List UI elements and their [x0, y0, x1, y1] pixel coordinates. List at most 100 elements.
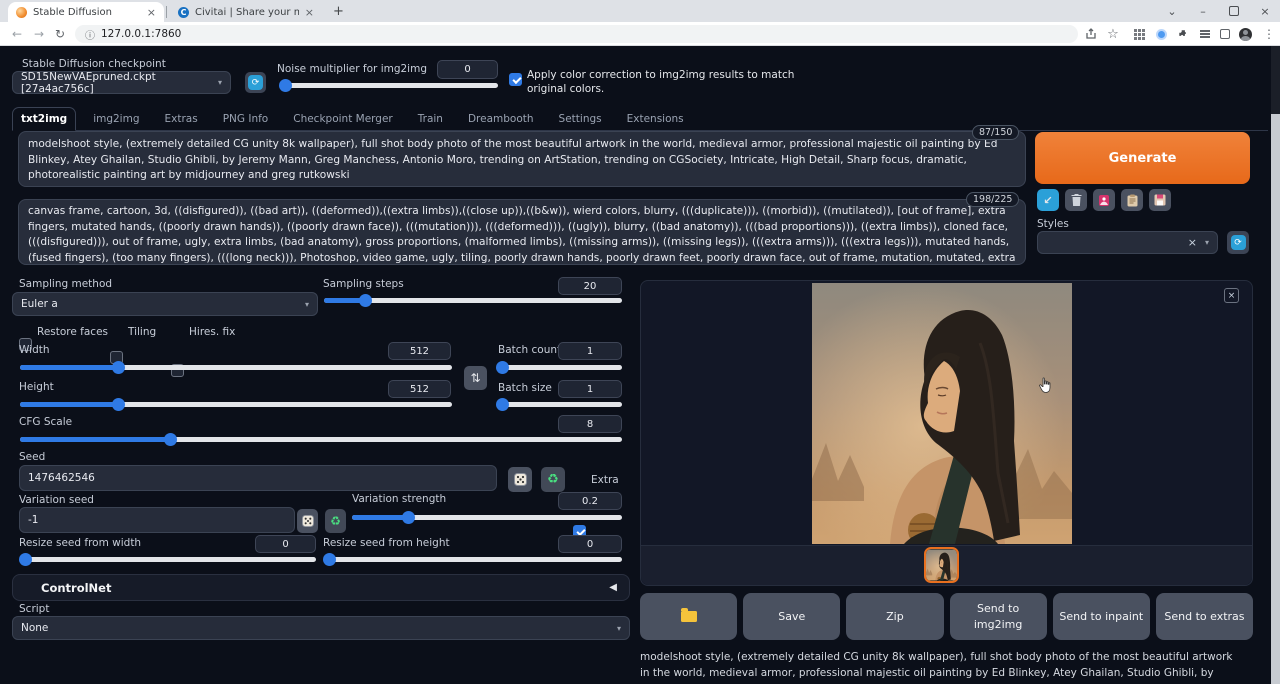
slider-thumb[interactable] [164, 433, 177, 446]
close-tab-icon[interactable]: × [305, 7, 314, 18]
kebab-menu-icon[interactable]: ⋮ [1260, 25, 1278, 43]
noise-multiplier-value[interactable]: 0 [437, 60, 498, 79]
slider-thumb[interactable] [359, 294, 372, 307]
send-to-extras-button[interactable]: Send to extras [1156, 593, 1253, 640]
bookmark-star-icon[interactable]: ☆ [1104, 25, 1122, 43]
generate-button[interactable]: Generate [1035, 132, 1250, 184]
address-bar[interactable]: ⓘ 127.0.0.1:7860 [75, 25, 1078, 43]
puzzle-extensions-icon[interactable] [1174, 25, 1192, 43]
send-to-img2img-button[interactable]: Send to img2img [950, 593, 1047, 640]
side-panel-icon[interactable] [1216, 25, 1234, 43]
minimize-icon[interactable]: – [1188, 0, 1218, 22]
tab-extras[interactable]: Extras [157, 108, 206, 130]
checkpoint-dropdown[interactable]: SD15NewVAEpruned.ckpt [27a4ac756c] ▾ [12, 71, 231, 94]
back-icon[interactable]: ← [8, 25, 26, 43]
tab-txt2img[interactable]: txt2img [12, 107, 76, 131]
reuse-seed-button[interactable]: ♻ [541, 467, 565, 492]
script-dropdown[interactable]: None ▾ [12, 616, 630, 640]
save-style-button[interactable] [1149, 189, 1171, 211]
page-scrollbar-thumb[interactable] [1271, 114, 1280, 684]
sampling-steps-value[interactable]: 20 [558, 277, 622, 295]
noise-multiplier-slider[interactable] [282, 83, 498, 88]
batch-size-value[interactable]: 1 [558, 380, 622, 398]
slider-thumb[interactable] [19, 553, 32, 566]
apps-grid-icon[interactable] [1130, 25, 1148, 43]
browser-tab-stable-diffusion[interactable]: Stable Diffusion × [8, 2, 164, 22]
refresh-checkpoints-button[interactable]: ⟳ [245, 72, 266, 93]
thumbnail-selected[interactable] [924, 547, 959, 583]
resize-seed-height-slider[interactable] [324, 557, 622, 562]
seed-input[interactable]: 1476462546 [19, 465, 497, 491]
cfg-scale-label: CFG Scale [19, 416, 72, 428]
clear-prompt-button[interactable] [1065, 189, 1087, 211]
apply-styles-button[interactable] [1121, 189, 1143, 211]
tab-png-info[interactable]: PNG Info [215, 108, 277, 130]
height-slider[interactable] [20, 402, 452, 407]
height-value[interactable]: 512 [388, 380, 451, 398]
tab-train[interactable]: Train [410, 108, 451, 130]
batch-size-slider[interactable] [498, 402, 622, 407]
floppy-save-icon [1154, 194, 1166, 206]
cfg-scale-slider[interactable] [20, 437, 622, 442]
reuse-variation-seed-button[interactable]: ♻ [325, 509, 346, 533]
color-correction-checkbox[interactable] [509, 73, 522, 86]
controlnet-accordion[interactable]: ControlNet ◀ [12, 574, 630, 601]
slider-thumb[interactable] [496, 361, 509, 374]
send-to-inpaint-button[interactable]: Send to inpaint [1053, 593, 1150, 640]
variation-seed-input[interactable]: -1 [19, 507, 295, 533]
cfg-scale-value[interactable]: 8 [558, 415, 622, 433]
variation-strength-slider[interactable] [352, 515, 622, 520]
slider-thumb[interactable] [323, 553, 336, 566]
zip-button[interactable]: Zip [846, 593, 943, 640]
tab-img2img[interactable]: img2img [85, 108, 147, 130]
random-seed-button[interactable] [508, 467, 532, 492]
tab-dreambooth[interactable]: Dreambooth [460, 108, 542, 130]
slider-thumb[interactable] [402, 511, 415, 524]
random-variation-seed-button[interactable] [297, 509, 318, 533]
tab-settings[interactable]: Settings [551, 108, 610, 130]
width-value[interactable]: 512 [388, 342, 451, 360]
open-folder-button[interactable] [640, 593, 737, 640]
negative-prompt-input[interactable]: canvas frame, cartoon, 3d, ((disfigured)… [18, 199, 1026, 265]
close-preview-button[interactable]: × [1224, 288, 1239, 303]
slider-thumb[interactable] [112, 398, 125, 411]
prompt-input[interactable]: modelshoot style, (extremely detailed CG… [18, 131, 1026, 187]
site-info-icon[interactable]: ⓘ [85, 27, 95, 42]
reload-icon[interactable]: ↻ [51, 25, 69, 43]
maximize-icon[interactable] [1219, 0, 1249, 22]
styles-dropdown[interactable]: × ▾ [1037, 231, 1218, 254]
forward-icon[interactable]: → [30, 25, 48, 43]
share-icon[interactable] [1082, 25, 1100, 43]
batch-count-value[interactable]: 1 [558, 342, 622, 360]
clear-styles-icon[interactable]: × [1188, 236, 1197, 249]
resize-seed-width-value[interactable]: 0 [255, 535, 316, 553]
swap-dimensions-icon: ⇅ [470, 371, 480, 385]
browser-tab-civitai[interactable]: C Civitai | Share your models × [170, 2, 322, 22]
swap-dimensions-button[interactable]: ⇅ [464, 366, 487, 390]
generated-image[interactable] [812, 283, 1072, 544]
tab-extensions[interactable]: Extensions [619, 108, 692, 130]
close-tab-icon[interactable]: × [147, 7, 156, 18]
profile-avatar[interactable] [1236, 25, 1254, 43]
sampling-steps-slider[interactable] [324, 298, 622, 303]
variation-strength-value[interactable]: 0.2 [558, 492, 622, 510]
save-button[interactable]: Save [743, 593, 840, 640]
sampling-method-dropdown[interactable]: Euler a ▾ [12, 292, 318, 316]
chevron-down-icon[interactable]: ⌄ [1157, 0, 1187, 22]
recycle-icon: ♻ [547, 472, 559, 487]
tab-checkpoint-merger[interactable]: Checkpoint Merger [285, 108, 401, 130]
batch-count-slider[interactable] [498, 365, 622, 370]
read-generation-params-button[interactable]: ↙ [1037, 189, 1059, 211]
new-tab-button[interactable]: + [331, 4, 346, 19]
refresh-styles-button[interactable]: ⟳ [1227, 231, 1249, 254]
reading-list-icon[interactable] [1196, 25, 1214, 43]
slider-thumb[interactable] [496, 398, 509, 411]
slider-thumb[interactable] [112, 361, 125, 374]
resize-seed-width-slider[interactable] [20, 557, 316, 562]
close-window-icon[interactable]: × [1250, 0, 1280, 22]
extension-dot-icon[interactable] [1152, 25, 1170, 43]
resize-seed-height-value[interactable]: 0 [558, 535, 622, 553]
extra-networks-button[interactable] [1093, 189, 1115, 211]
width-slider[interactable] [20, 365, 452, 370]
slider-thumb[interactable] [279, 79, 292, 92]
